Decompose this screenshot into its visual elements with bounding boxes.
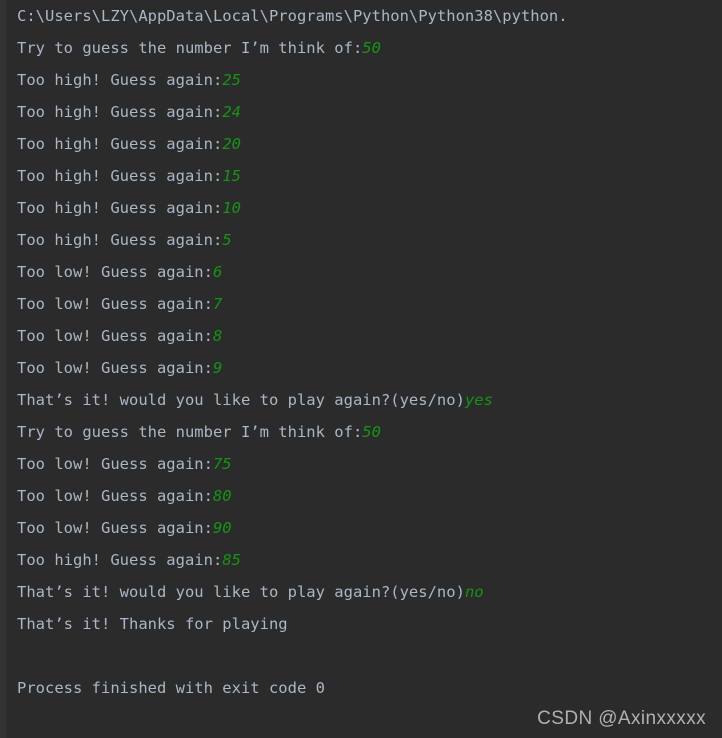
console-line-prompt-guess-1: Try to guess the number I’m think of:50: [6, 32, 722, 64]
user-input-text[interactable]: 90: [213, 519, 232, 537]
program-output-text: That’s it! would you like to play again?…: [17, 583, 465, 601]
console-line-play-again-prompt-2: That’s it! would you like to play again?…: [6, 576, 722, 608]
program-output-text: Too high! Guess again:: [17, 231, 223, 249]
program-output-text: Process finished with exit code 0: [17, 679, 325, 697]
console-line-too-high-4: Too high! Guess again:15: [6, 160, 722, 192]
user-input-text[interactable]: 25: [222, 71, 241, 89]
program-output-text: Too low! Guess again:: [17, 359, 213, 377]
console-line-too-high-5: Too high! Guess again:10: [6, 192, 722, 224]
user-input-text[interactable]: 5: [222, 231, 231, 249]
console-line-too-high-1: Too high! Guess again:25: [6, 64, 722, 96]
console-line-prompt-guess-2: Try to guess the number I’m think of:50: [6, 416, 722, 448]
user-input-text[interactable]: 9: [213, 359, 222, 377]
console-line-too-low-6: Too low! Guess again:80: [6, 480, 722, 512]
user-input-text[interactable]: 85: [222, 551, 241, 569]
program-output-text: C:\Users\LZY\AppData\Local\Programs\Pyth…: [17, 7, 568, 25]
user-input-text[interactable]: 15: [222, 167, 241, 185]
program-output-text: Too high! Guess again:: [17, 199, 223, 217]
program-output-text: Too low! Guess again:: [17, 519, 213, 537]
console-line-too-low-4: Too low! Guess again:9: [6, 352, 722, 384]
user-input-text[interactable]: yes: [465, 391, 493, 409]
user-input-text[interactable]: 75: [213, 455, 232, 473]
user-input-text[interactable]: 6: [213, 263, 222, 281]
run-console[interactable]: C:\Users\LZY\AppData\Local\Programs\Pyth…: [0, 0, 722, 738]
user-input-text[interactable]: 8: [213, 327, 222, 345]
console-line-too-high-7: Too high! Guess again:85: [6, 544, 722, 576]
user-input-text[interactable]: 20: [222, 135, 241, 153]
console-line-play-again-prompt-1: That’s it! would you like to play again?…: [6, 384, 722, 416]
user-input-text[interactable]: 24: [222, 103, 241, 121]
program-output-text: That’s it! would you like to play again?…: [17, 391, 465, 409]
user-input-text[interactable]: no: [465, 583, 484, 601]
program-output-text: Too low! Guess again:: [17, 487, 213, 505]
program-output-text: Too low! Guess again:: [17, 295, 213, 313]
console-line-thanks-for-playing: That’s it! Thanks for playing: [6, 608, 722, 640]
console-line-interpreter-path: C:\Users\LZY\AppData\Local\Programs\Pyth…: [6, 0, 722, 32]
program-output-text: Too high! Guess again:: [17, 103, 223, 121]
program-output-text: That’s it! Thanks for playing: [17, 615, 288, 633]
console-line-too-high-3: Too high! Guess again:20: [6, 128, 722, 160]
user-input-text[interactable]: 80: [213, 487, 232, 505]
console-line-blank-1: [6, 640, 722, 672]
program-output-text: Too high! Guess again:: [17, 71, 223, 89]
console-line-process-finished: Process finished with exit code 0: [6, 672, 722, 704]
program-output-text: Too high! Guess again:: [17, 551, 223, 569]
console-line-too-high-2: Too high! Guess again:24: [6, 96, 722, 128]
console-line-too-low-2: Too low! Guess again:7: [6, 288, 722, 320]
program-output-text: Too high! Guess again:: [17, 135, 223, 153]
console-line-too-low-3: Too low! Guess again:8: [6, 320, 722, 352]
user-input-text[interactable]: 7: [213, 295, 222, 313]
console-line-too-low-7: Too low! Guess again:90: [6, 512, 722, 544]
console-line-too-high-6: Too high! Guess again:5: [6, 224, 722, 256]
user-input-text[interactable]: 50: [362, 423, 381, 441]
user-input-text[interactable]: 50: [362, 39, 381, 57]
console-line-too-low-1: Too low! Guess again:6: [6, 256, 722, 288]
program-output-text: Too low! Guess again:: [17, 263, 213, 281]
program-output-text: Too low! Guess again:: [17, 327, 213, 345]
program-output-text: Too low! Guess again:: [17, 455, 213, 473]
program-output-text: Try to guess the number I’m think of:: [17, 39, 363, 57]
user-input-text[interactable]: 10: [222, 199, 241, 217]
console-line-too-low-5: Too low! Guess again:75: [6, 448, 722, 480]
console-output-area[interactable]: C:\Users\LZY\AppData\Local\Programs\Pyth…: [6, 0, 722, 738]
program-output-text: Too high! Guess again:: [17, 167, 223, 185]
csdn-watermark: CSDN @Axinxxxxx: [537, 708, 706, 729]
program-output-text: Try to guess the number I’m think of:: [17, 423, 363, 441]
